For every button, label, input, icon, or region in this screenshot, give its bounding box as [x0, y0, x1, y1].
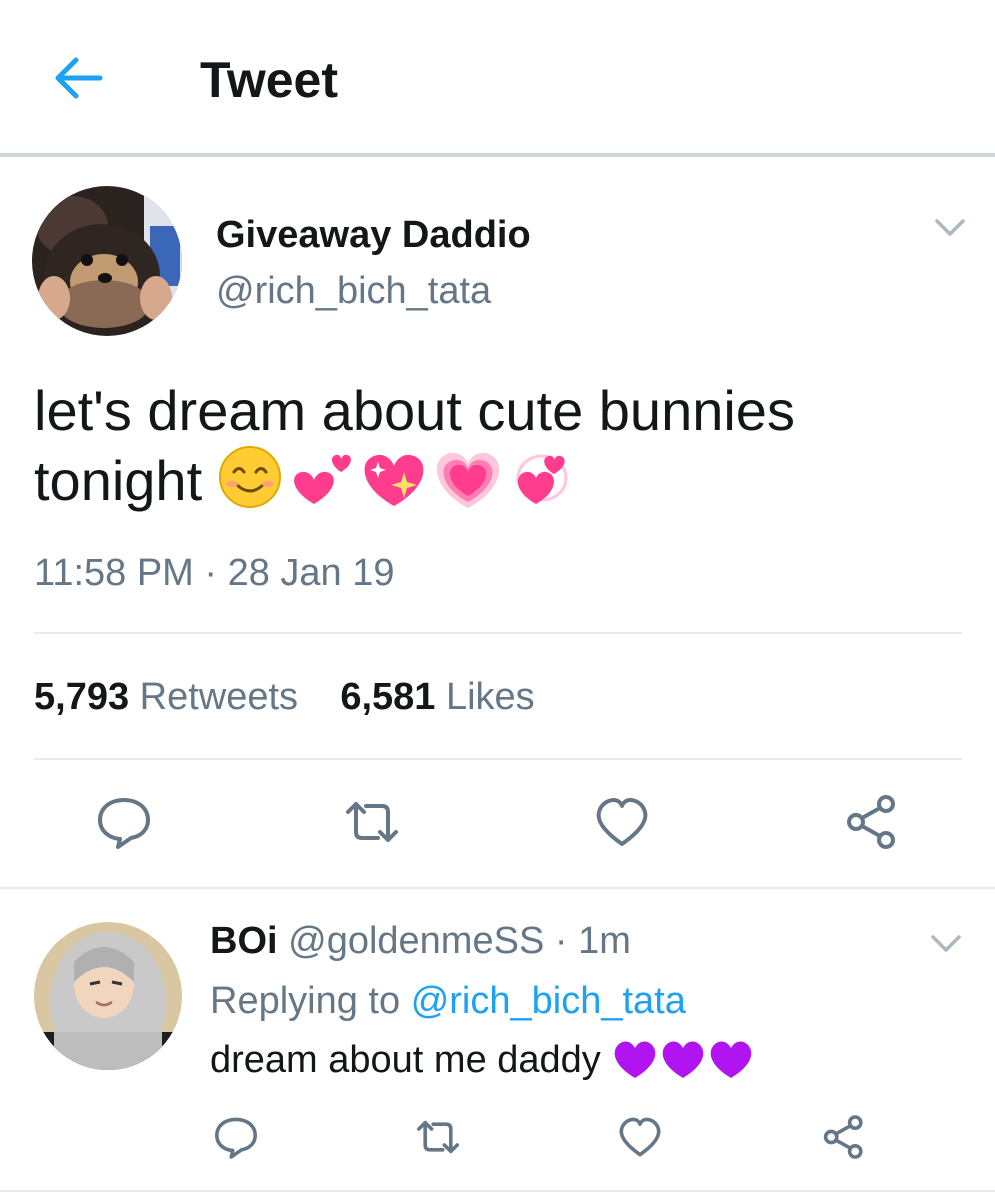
author-display-name[interactable]: Giveaway Daddio	[216, 212, 531, 258]
retweet-button[interactable]	[342, 794, 402, 850]
share-icon	[823, 1115, 863, 1159]
purple-hearts	[615, 1041, 752, 1078]
sparkling-heart-icon	[364, 454, 424, 506]
chevron-down-icon	[931, 935, 961, 952]
page-title: Tweet	[200, 52, 338, 108]
tweet-emojis	[218, 444, 568, 524]
reply-menu-button[interactable]	[928, 928, 964, 958]
retweet-icon	[417, 1120, 459, 1154]
tweet-stats: 5,793 Retweets 6,581 Likes	[34, 674, 535, 720]
purple-heart-icon	[663, 1041, 704, 1078]
divider	[0, 887, 995, 889]
chevron-down-icon	[935, 219, 965, 236]
back-button[interactable]	[48, 52, 108, 104]
share-icon	[847, 795, 895, 849]
divider	[34, 758, 962, 760]
reply-header: BOi @goldenmeSS · 1m	[210, 918, 631, 964]
hoodie-photo-image	[34, 922, 182, 1070]
heart-icon	[596, 798, 648, 846]
reply-author-avatar[interactable]	[34, 922, 182, 1070]
tweet-menu-button[interactable]	[932, 212, 968, 242]
reply-time[interactable]: 1m	[578, 920, 631, 962]
reply-body: dream about me daddy	[210, 1039, 601, 1081]
divider	[0, 1190, 995, 1192]
reply-share-button[interactable]	[820, 1114, 868, 1160]
likes-stat[interactable]: 6,581 Likes	[340, 676, 534, 718]
reply-button[interactable]	[94, 794, 154, 850]
author-avatar[interactable]	[32, 186, 182, 336]
reply-handle[interactable]: @goldenmeSS	[288, 920, 544, 962]
top-bar	[0, 0, 995, 155]
likes-label: Likes	[445, 676, 535, 718]
retweets-label: Retweets	[139, 676, 299, 718]
reply-retweet-button[interactable]	[414, 1114, 462, 1160]
arrow-left-icon	[55, 57, 103, 99]
reply-text: dream about me daddy	[210, 1036, 755, 1084]
replying-to-label: Replying to	[210, 980, 401, 1022]
reply-separator: ·	[554, 920, 568, 962]
retweets-count: 5,793	[34, 676, 130, 718]
replying-to: Replying to @rich_bich_tata	[210, 978, 686, 1024]
revolving-hearts-icon	[516, 454, 568, 504]
two-hearts-icon	[293, 454, 351, 504]
dog-photo-image	[32, 186, 182, 336]
tweet-timestamp[interactable]: 11:58 PM · 28 Jan 19	[34, 550, 395, 596]
reply-reply-button[interactable]	[212, 1114, 260, 1160]
heart-icon	[619, 1117, 661, 1157]
purple-heart-icon	[615, 1041, 656, 1078]
like-button[interactable]	[592, 794, 652, 850]
reply-icon	[98, 798, 150, 849]
header-divider	[0, 153, 995, 157]
share-button[interactable]	[842, 794, 902, 850]
purple-heart-icon	[711, 1041, 752, 1078]
divider	[34, 632, 962, 634]
author-handle[interactable]: @rich_bich_tata	[216, 268, 491, 314]
reply-icon	[215, 1117, 257, 1159]
reply-display-name[interactable]: BOi	[210, 920, 278, 962]
likes-count: 6,581	[340, 676, 436, 718]
smiling-face-icon	[218, 446, 281, 508]
replying-to-handle[interactable]: @rich_bich_tata	[411, 980, 686, 1022]
growing-heart-icon	[436, 452, 499, 508]
retweets-stat[interactable]: 5,793 Retweets	[34, 676, 309, 718]
tweet-text: let's dream about cute bunnies tonight	[34, 378, 964, 524]
retweet-icon	[346, 802, 398, 842]
reply-like-button[interactable]	[616, 1114, 664, 1160]
